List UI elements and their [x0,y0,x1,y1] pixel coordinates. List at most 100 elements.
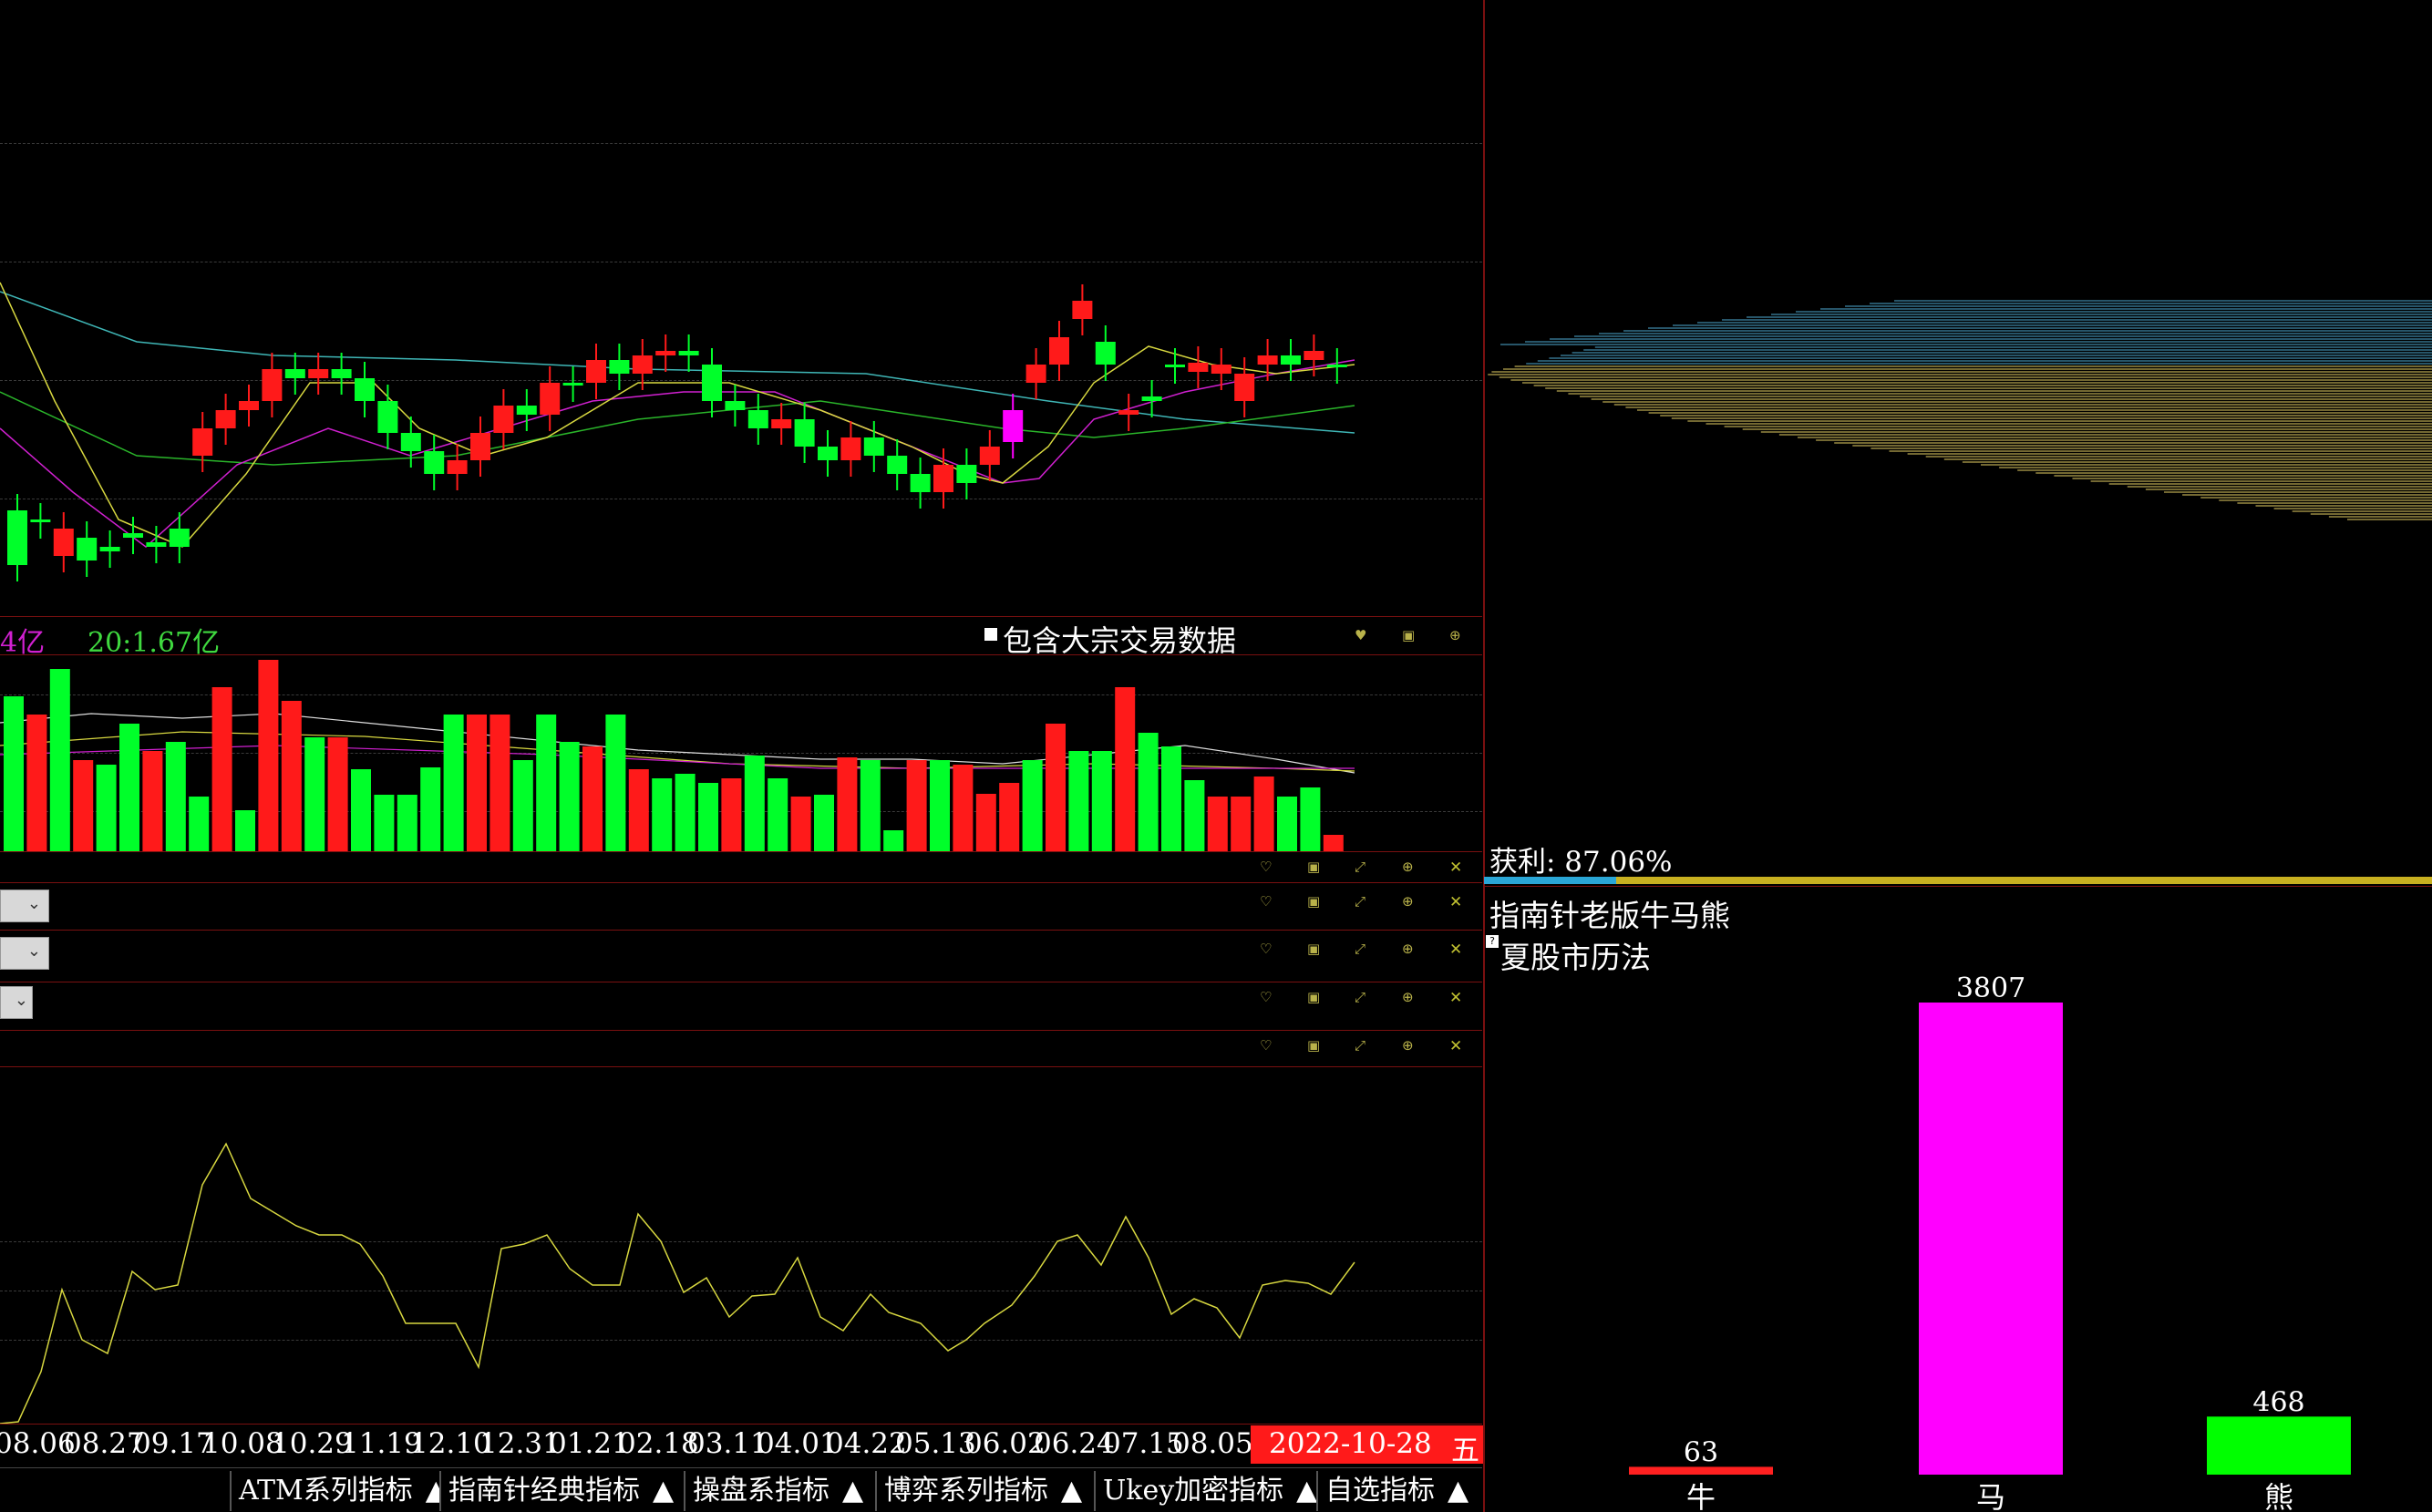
candle-body[interactable] [447,460,468,474]
candle-body[interactable] [609,360,630,374]
heart-icon[interactable]: ♡ [1260,941,1272,957]
volume-bar[interactable] [953,765,974,851]
candle-body[interactable] [1234,374,1255,401]
candle-body[interactable] [30,519,51,522]
volume-bar[interactable] [814,795,834,851]
expand-icon[interactable]: ⤢ [1355,1037,1365,1054]
candle-body[interactable] [424,451,445,474]
candle-body[interactable] [840,437,861,460]
volume-bar[interactable] [1231,797,1252,851]
volume-bar[interactable] [1068,751,1089,851]
close-icon[interactable]: ✕ [1449,1037,1462,1055]
zoom-icon[interactable]: ⊕ [1402,859,1414,875]
window-icon[interactable]: ▣ [1307,859,1320,875]
volume-bar[interactable] [582,746,603,851]
toolbar-button-5[interactable]: 自选指标 ▲ [1316,1471,1484,1511]
heart-icon[interactable]: ♡ [1260,1037,1272,1054]
candle-body[interactable] [933,465,953,492]
candle-body[interactable] [169,529,190,547]
volume-bar[interactable] [258,660,279,851]
indicator-select-2[interactable]: ⌄ [0,937,49,970]
volume-bar[interactable] [790,797,811,851]
candle-body[interactable] [1049,337,1069,365]
zoom-icon[interactable]: ⊕ [1402,1037,1414,1054]
candle-body[interactable] [470,433,490,460]
volume-bar[interactable] [559,742,580,851]
volume-bar[interactable] [698,783,718,851]
volume-bar[interactable] [304,737,325,851]
heart-icon[interactable]: ♡ [1260,859,1272,875]
volume-bar[interactable] [1184,780,1205,851]
zoom-icon[interactable]: ⊕ [1402,893,1414,910]
candle-body[interactable] [655,351,676,355]
volume-bar[interactable] [351,769,371,851]
volume-bar[interactable] [721,778,742,851]
volume-bar[interactable] [883,830,904,851]
candle-body[interactable] [1188,363,1209,372]
checkbox-icon[interactable] [984,628,997,641]
candle-body[interactable] [678,351,699,355]
close-icon[interactable]: ✕ [1449,941,1462,959]
candle-body[interactable] [794,419,815,447]
toolbar-button-4[interactable]: Ukey加密指标 ▲ [1094,1471,1317,1511]
volume-bar[interactable] [1300,787,1321,851]
candle-body[interactable] [956,465,977,483]
volume-bar[interactable] [467,715,487,851]
expand-icon[interactable]: ⤢ [1355,941,1365,957]
window-icon[interactable]: ▣ [1402,627,1415,643]
candle-body[interactable] [586,360,606,383]
candle-body[interactable] [887,456,908,474]
volume-bar[interactable] [420,767,441,851]
candle-body[interactable] [979,447,1000,465]
candle-body[interactable] [1165,365,1185,367]
candle-body[interactable] [1003,410,1024,442]
volume-bar[interactable] [327,737,348,851]
window-icon[interactable]: ▣ [1307,1037,1320,1054]
volume-bar[interactable] [211,687,232,851]
candle-body[interactable] [1326,365,1347,367]
volume-bar[interactable] [906,760,927,851]
candle-body[interactable] [771,419,792,428]
volume-bar[interactable] [235,810,255,851]
volume-bar[interactable] [536,715,557,851]
toolbar-button-1[interactable]: 指南针经典指标 ▲ [439,1471,682,1511]
heart-icon[interactable]: ♡ [1260,989,1272,1005]
volume-bar[interactable] [165,742,186,851]
volume-bar[interactable] [837,757,858,851]
candle-body[interactable] [77,538,98,561]
help-icon[interactable]: ? [1486,935,1499,948]
volume-bar[interactable] [397,795,417,851]
volume-bar[interactable] [73,760,94,851]
indicator-select-1[interactable]: ⌄ [0,890,49,922]
candle-body[interactable] [540,383,561,415]
heart-icon[interactable]: ♡ [1260,893,1272,910]
volume-bar[interactable] [96,765,117,851]
volume-bar[interactable] [1022,760,1043,851]
volume-bar[interactable] [512,760,533,851]
expand-icon[interactable]: ⤢ [1355,859,1365,875]
candle-body[interactable] [863,437,884,456]
window-icon[interactable]: ▣ [1307,941,1320,957]
candle-body[interactable] [215,410,236,428]
indicator-select-3[interactable]: ⌄ [0,986,33,1019]
volume-chart[interactable] [0,654,1482,851]
heart-icon[interactable]: ♥ [1355,627,1366,643]
volume-bar[interactable] [1323,835,1344,851]
candle-body[interactable] [910,474,931,492]
volume-bar[interactable] [652,778,673,851]
volume-bar[interactable] [1207,797,1228,851]
volume-bar[interactable] [628,769,649,851]
candle-body[interactable] [192,428,213,456]
zoom-icon[interactable]: ⊕ [1402,941,1414,957]
candle-body[interactable] [99,547,120,551]
volume-bar[interactable] [860,760,881,851]
candle-body[interactable] [239,401,259,410]
zoom-icon[interactable]: ⊕ [1449,627,1461,643]
candle-body[interactable] [377,401,398,433]
volume-bar[interactable] [443,715,464,851]
candle-body[interactable] [400,433,421,451]
volume-bar[interactable] [1046,724,1066,851]
volume-bars[interactable] [4,660,1344,851]
candle-body[interactable] [1211,365,1231,374]
volume-bar[interactable] [4,696,24,851]
